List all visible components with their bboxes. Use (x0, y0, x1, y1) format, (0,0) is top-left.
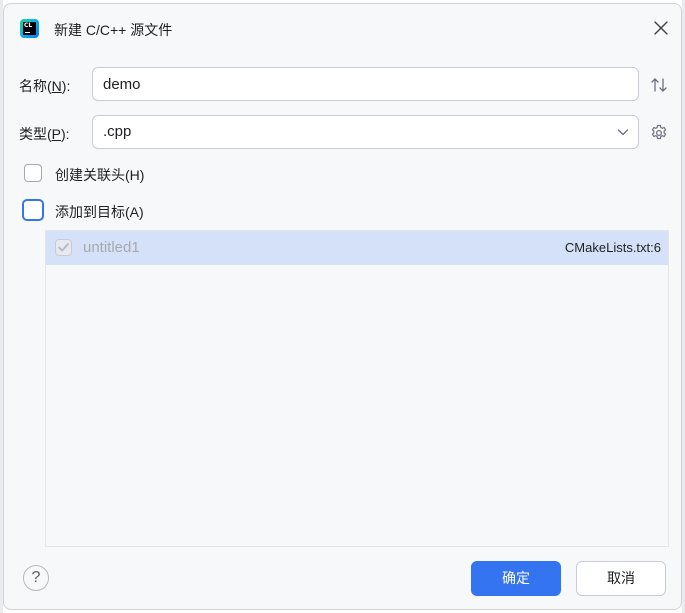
create-header-label: 创建关联头(H) (55, 167, 145, 183)
title-bar: CL 新建 C/C++ 源文件 (4, 4, 681, 54)
cancel-button[interactable]: 取消 (576, 561, 666, 596)
ok-button[interactable]: 确定 (471, 561, 561, 596)
sort-button[interactable] (649, 75, 669, 95)
help-button[interactable]: ? (23, 565, 49, 591)
sort-arrows-icon (651, 78, 667, 92)
add-to-target-checkbox[interactable] (22, 199, 44, 221)
target-list[interactable]: untitled1 CMakeLists.txt:6 (45, 230, 669, 547)
target-checkbox[interactable] (55, 239, 72, 256)
name-field[interactable] (92, 67, 639, 101)
target-row[interactable]: untitled1 CMakeLists.txt:6 (46, 231, 668, 265)
close-button[interactable] (649, 16, 673, 40)
name-label: 名称(N): (19, 78, 71, 94)
type-select[interactable]: .cpp (92, 115, 639, 149)
type-label: 类型(P): (19, 126, 70, 142)
dialog-title: 新建 C/C++ 源文件 (54, 22, 173, 38)
create-header-checkbox[interactable] (24, 164, 42, 182)
new-source-file-dialog: CL 新建 C/C++ 源文件 名称(N): 类型(P): .cpp (3, 3, 682, 610)
target-name: untitled1 (83, 239, 140, 256)
check-icon (58, 243, 69, 252)
close-icon (654, 21, 668, 35)
clion-app-icon: CL (20, 19, 39, 38)
target-location: CMakeLists.txt:6 (564, 240, 661, 255)
gear-icon (651, 124, 667, 140)
name-input[interactable] (103, 68, 623, 100)
chevron-down-icon (617, 129, 629, 136)
type-select-value: .cpp (103, 123, 132, 140)
settings-button[interactable] (649, 123, 669, 143)
add-to-target-label: 添加到目标(A) (55, 204, 144, 220)
